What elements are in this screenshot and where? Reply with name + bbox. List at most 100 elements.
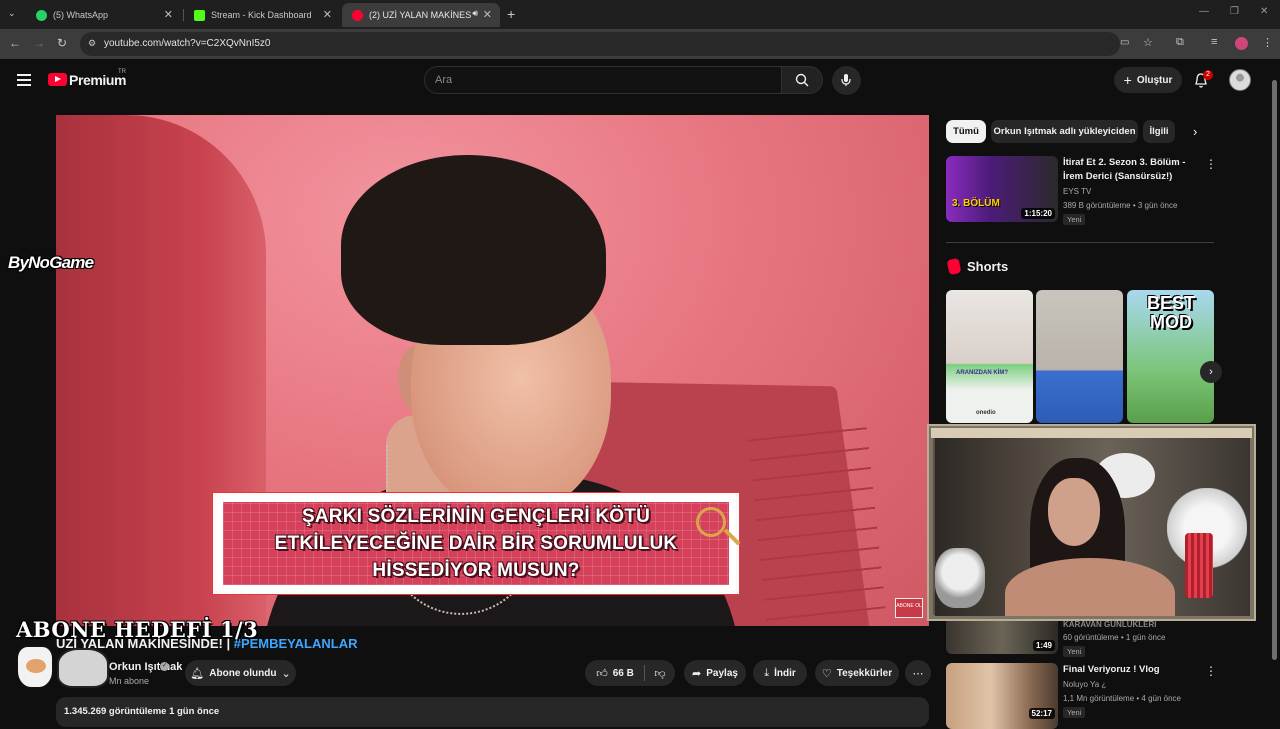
plus-icon: + xyxy=(1123,72,1132,88)
thanks-label: Teşekkürler xyxy=(836,667,893,679)
download-button[interactable]: ⤓ İndir xyxy=(753,660,807,686)
youtube-icon xyxy=(352,9,363,21)
minimize-icon[interactable]: — xyxy=(1199,6,1209,17)
like-button[interactable]: 👍︎ 66 B xyxy=(585,660,645,686)
more-vertical-icon[interactable]: ⋮ xyxy=(1205,157,1217,171)
view-count-date: 1.345.269 görüntüleme 1 gün önce xyxy=(64,706,220,717)
page-scrollbar[interactable] xyxy=(1272,80,1277,660)
kebab-menu-icon[interactable]: ⋮ xyxy=(1262,36,1273,49)
search-input[interactable] xyxy=(435,74,765,86)
extensions-icon[interactable]: ⧉ xyxy=(1176,36,1184,49)
window-close-icon[interactable]: ✕ xyxy=(1260,6,1268,17)
webcam-person-face xyxy=(1048,478,1100,546)
share-icon: ➦ xyxy=(692,667,702,680)
thumbs-down-icon: 👎︎ xyxy=(654,667,666,680)
youtube-logo-icon[interactable] xyxy=(48,73,67,86)
chip-all[interactable]: Tümü xyxy=(946,120,986,143)
tab-youtube[interactable]: (2) UZİ YALAN MAKİNESİN 🔊︎ ✕ xyxy=(342,3,500,27)
profile-avatar[interactable] xyxy=(1235,37,1248,50)
reload-icon[interactable]: ↻ xyxy=(57,36,67,50)
restore-icon[interactable]: ❐ xyxy=(1230,6,1239,17)
webcam-person-body xyxy=(1005,558,1175,616)
caption-line: HİSSEDİYOR MUSUN? xyxy=(372,560,580,581)
webcam-cat xyxy=(935,548,985,608)
watermark-part: ByNo xyxy=(8,253,50,272)
rec-thumbnail[interactable]: 52:17 xyxy=(946,663,1058,729)
tab-kick[interactable]: Stream - Kick Dashboard ✕ xyxy=(184,3,340,27)
close-icon[interactable]: ✕ xyxy=(483,8,492,21)
rec-thumbnail[interactable]: 1:49 xyxy=(946,621,1058,654)
duration-badge: 52:17 xyxy=(1028,708,1055,719)
share-label: Paylaş xyxy=(706,667,738,679)
account-avatar[interactable] xyxy=(1229,69,1251,91)
webcam-frame-bar xyxy=(931,428,1252,438)
short-thumbnail[interactable]: ARANIZDAN KİM? onedio xyxy=(946,290,1033,423)
stream-watermark-logo: ByNoGame xyxy=(8,253,94,273)
rec-title[interactable]: İtiraf Et 2. Sezon 3. Bölüm - İrem Deric… xyxy=(1063,156,1203,184)
site-info-icon[interactable]: ⚙ xyxy=(88,38,96,49)
short-thumbnail[interactable]: BEST MOD xyxy=(1127,290,1214,423)
description-box[interactable]: 1.345.269 görüntüleme 1 gün önce xyxy=(56,697,929,727)
notification-badge: 2 xyxy=(1203,70,1213,80)
channel-name[interactable]: Orkun Işıtmak xyxy=(109,661,182,673)
tab-search-icon[interactable]: ⌄ xyxy=(8,8,16,19)
pixel-cat-overlay xyxy=(16,645,54,689)
chip-from-uploader[interactable]: Orkun Işıtmak adlı yükleyiciden xyxy=(991,120,1138,143)
close-icon[interactable]: ✕ xyxy=(323,8,332,21)
video-player[interactable]: ŞARKI SÖZLERİNİN GENÇLERİ KÖTÜ ETKİLEYEC… xyxy=(56,115,929,626)
back-icon[interactable]: ← xyxy=(9,36,21,50)
rec-thumbnail[interactable]: 3. BÖLÜM 1:15:20 xyxy=(946,156,1058,222)
new-tab-button[interactable]: + xyxy=(507,6,515,22)
dislike-button[interactable]: 👎︎ xyxy=(645,660,675,686)
more-vertical-icon[interactable]: ⋮ xyxy=(1205,664,1217,678)
download-label: İndir xyxy=(774,667,796,679)
forward-icon[interactable]: → xyxy=(33,36,45,50)
search-button[interactable] xyxy=(781,66,823,94)
microphone-icon xyxy=(841,74,851,86)
chevron-right-icon[interactable]: › xyxy=(1193,124,1197,139)
tab-label: (5) WhatsApp xyxy=(53,10,109,20)
hamburger-menu-icon[interactable] xyxy=(17,74,31,89)
chip-related[interactable]: İlgili xyxy=(1143,120,1175,143)
rec-title[interactable]: KARAVAN GÜNLÜKLERİ xyxy=(1063,618,1203,632)
create-button[interactable]: + Oluştur xyxy=(1114,67,1182,93)
subscribe-endcard-button[interactable]: ABONE OL xyxy=(895,598,923,618)
magnifier-icon xyxy=(696,507,726,537)
region-code: TR xyxy=(118,69,126,75)
address-toolbar: ← → ↻ ⚙ youtube.com/watch?v=C2XQvNnI5z0 … xyxy=(0,29,1280,59)
thanks-icon: ♡ xyxy=(821,667,832,680)
url-text: youtube.com/watch?v=C2XQvNnI5z0 xyxy=(104,38,271,49)
duration-badge: 1:49 xyxy=(1032,640,1055,651)
rec-channel[interactable]: Noluyo Ya ¿ xyxy=(1063,680,1106,689)
speaker-icon[interactable]: 🔊︎ xyxy=(472,8,478,19)
kick-icon xyxy=(194,9,205,21)
thumb-text: 3. BÖLÜM xyxy=(952,198,1000,209)
hashtag-link[interactable]: #PEMBEYALANLAR xyxy=(234,636,358,651)
short-sub: onedio xyxy=(976,410,996,416)
tab-whatsapp[interactable]: (5) WhatsApp ✕ xyxy=(26,3,181,27)
section-divider xyxy=(946,242,1214,243)
voice-search-button[interactable] xyxy=(832,66,861,95)
search-box[interactable] xyxy=(424,66,782,94)
rec-channel[interactable]: EYS TV xyxy=(1063,187,1091,196)
chevron-right-icon[interactable]: › xyxy=(1200,361,1222,383)
cast-icon[interactable]: ▭ xyxy=(1120,37,1129,48)
webcam-feed xyxy=(935,438,1250,616)
close-icon[interactable]: ✕ xyxy=(164,8,173,21)
more-actions-button[interactable]: ⋯ xyxy=(905,660,931,686)
caption-panel: ŞARKI SÖZLERİNİN GENÇLERİ KÖTÜ ETKİLEYEC… xyxy=(223,502,729,585)
share-button[interactable]: ➦ Paylaş xyxy=(684,660,746,686)
video-question-caption: ŞARKI SÖZLERİNİN GENÇLERİ KÖTÜ ETKİLEYEC… xyxy=(213,493,739,594)
like-count: 66 B xyxy=(612,667,634,679)
shorts-logo-icon xyxy=(946,257,962,276)
short-label: BEST MOD xyxy=(1146,293,1195,332)
address-bar[interactable]: ⚙ youtube.com/watch?v=C2XQvNnI5z0 ▭ ☆ xyxy=(80,32,1153,56)
media-control-icon[interactable]: ≡ xyxy=(1211,36,1217,48)
shorts-heading: Shorts xyxy=(967,259,1009,274)
bookmark-star-icon[interactable]: ☆ xyxy=(1143,36,1153,49)
thanks-button[interactable]: ♡ Teşekkürler xyxy=(815,660,899,686)
tab-label: (2) UZİ YALAN MAKİNESİN xyxy=(369,10,471,20)
short-thumbnail[interactable] xyxy=(1036,290,1123,423)
rec-title[interactable]: Final Veriyoruz ! Vlog xyxy=(1063,663,1203,677)
subscribed-button[interactable]: 🔔︎ Abone olundu ⌄ xyxy=(185,660,296,686)
